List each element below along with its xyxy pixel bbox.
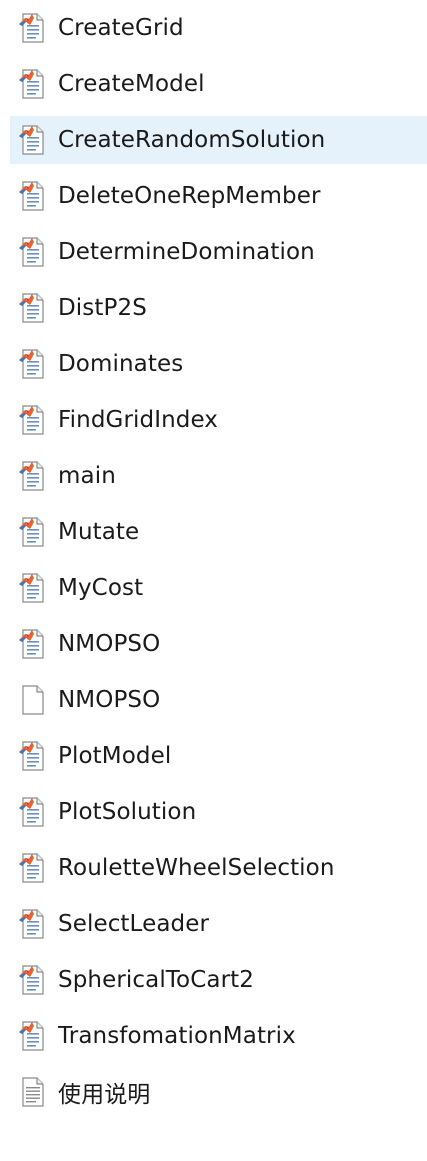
matlab-script-icon — [10, 348, 48, 380]
file-name: NMOPSO — [58, 631, 161, 657]
file-list: CreateGrid CreateModel CreateRandomSolut… — [0, 0, 427, 1161]
matlab-script-icon — [10, 740, 48, 772]
text-document-icon — [10, 1076, 48, 1108]
matlab-script-icon — [10, 68, 48, 100]
file-name: Mutate — [58, 519, 140, 545]
file-item[interactable]: CreateRandomSolution — [10, 116, 427, 164]
file-item[interactable]: SphericalToCart2 — [10, 956, 427, 1004]
file-item[interactable]: RouletteWheelSelection — [10, 844, 427, 892]
matlab-script-icon — [10, 964, 48, 996]
matlab-script-icon — [10, 460, 48, 492]
file-name: 使用说明 — [58, 1082, 151, 1108]
matlab-script-icon — [10, 124, 48, 156]
file-item[interactable]: Mutate — [10, 508, 427, 556]
matlab-script-icon — [10, 572, 48, 604]
matlab-script-icon — [10, 796, 48, 828]
matlab-script-icon — [10, 852, 48, 884]
file-item[interactable]: 使用说明 — [10, 1068, 427, 1116]
file-item[interactable]: FindGridIndex — [10, 396, 427, 444]
file-name: main — [58, 463, 116, 489]
file-name: TransfomationMatrix — [58, 1023, 296, 1049]
matlab-script-icon — [10, 1020, 48, 1052]
file-name: DeleteOneRepMember — [58, 183, 321, 209]
file-name: PlotModel — [58, 743, 172, 769]
file-name: PlotSolution — [58, 799, 197, 825]
file-item[interactable]: Dominates — [10, 340, 427, 388]
file-name: RouletteWheelSelection — [58, 855, 335, 881]
file-item[interactable]: NMOPSO — [10, 676, 427, 724]
file-name: DistP2S — [58, 295, 147, 321]
matlab-script-icon — [10, 908, 48, 940]
matlab-script-icon — [10, 404, 48, 436]
file-name: MyCost — [58, 575, 144, 601]
file-item[interactable]: NMOPSO — [10, 620, 427, 668]
file-item[interactable]: PlotSolution — [10, 788, 427, 836]
matlab-script-icon — [10, 236, 48, 268]
file-name: DetermineDomination — [58, 239, 315, 265]
matlab-script-icon — [10, 628, 48, 660]
matlab-script-icon — [10, 180, 48, 212]
matlab-script-icon — [10, 12, 48, 44]
file-name: CreateGrid — [58, 15, 184, 41]
file-item[interactable]: TransfomationMatrix — [10, 1012, 427, 1060]
file-name: SphericalToCart2 — [58, 967, 254, 993]
matlab-script-icon — [10, 516, 48, 548]
file-item[interactable]: DeleteOneRepMember — [10, 172, 427, 220]
file-item[interactable]: PlotModel — [10, 732, 427, 780]
file-item[interactable]: SelectLeader — [10, 900, 427, 948]
blank-file-icon — [10, 684, 48, 716]
file-name: CreateModel — [58, 71, 205, 97]
file-name: Dominates — [58, 351, 184, 377]
file-item[interactable]: CreateModel — [10, 60, 427, 108]
file-name: SelectLeader — [58, 911, 210, 937]
file-name: NMOPSO — [58, 687, 161, 713]
file-item[interactable]: DetermineDomination — [10, 228, 427, 276]
matlab-script-icon — [10, 292, 48, 324]
file-name: CreateRandomSolution — [58, 127, 326, 153]
file-item[interactable]: MyCost — [10, 564, 427, 612]
file-name: FindGridIndex — [58, 407, 219, 433]
file-item[interactable]: DistP2S — [10, 284, 427, 332]
file-item[interactable]: CreateGrid — [10, 4, 427, 52]
file-item[interactable]: main — [10, 452, 427, 500]
